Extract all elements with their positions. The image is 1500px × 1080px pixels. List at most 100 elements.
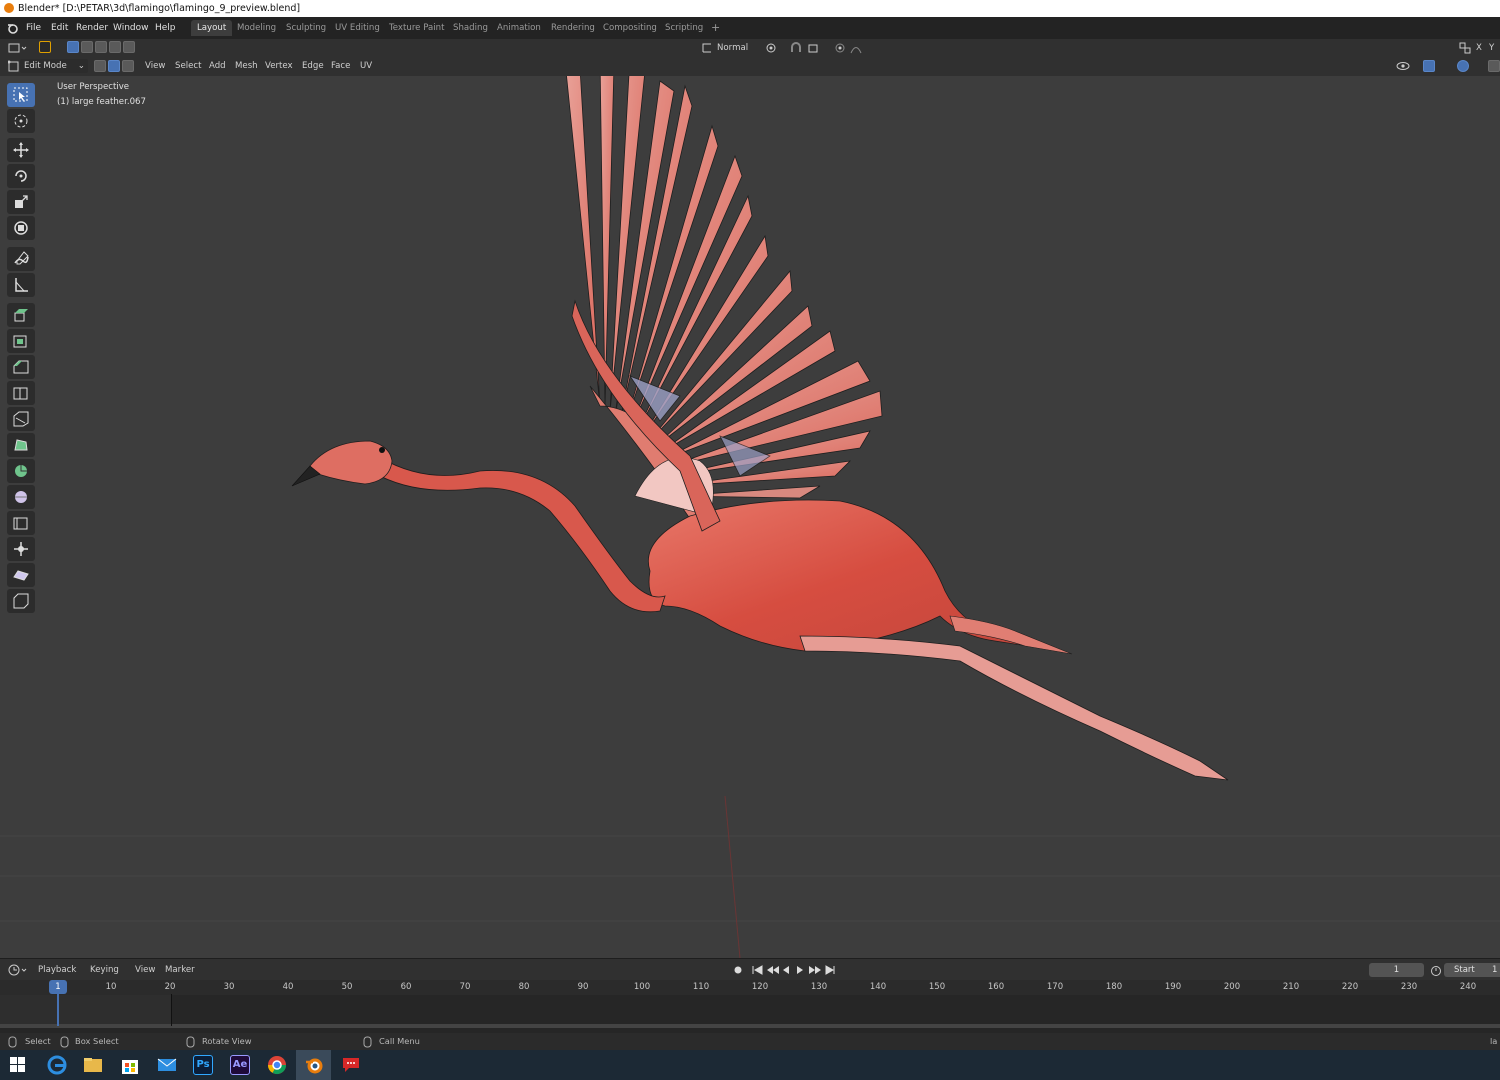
tick-label: 30 xyxy=(223,982,235,992)
timeline-menu-keying[interactable]: Keying xyxy=(86,963,123,977)
tab-uv-editing[interactable]: UV Editing xyxy=(329,20,386,36)
shear-tool[interactable] xyxy=(7,563,35,587)
menu-edge[interactable]: Edge xyxy=(298,59,328,73)
menu-add[interactable]: Add xyxy=(205,59,230,73)
menu-mesh[interactable]: Mesh xyxy=(231,59,262,73)
start-label: Start xyxy=(1454,965,1475,975)
tab-layout[interactable]: Layout xyxy=(191,20,233,36)
edge-select-icon[interactable] xyxy=(108,60,120,72)
blender-icon[interactable] xyxy=(304,1055,324,1075)
menu-view[interactable]: View xyxy=(141,59,169,73)
floor-grid xyxy=(0,795,1500,958)
menu-help[interactable]: Help xyxy=(155,21,176,35)
inset-tool[interactable] xyxy=(7,329,35,353)
tab-compositing[interactable]: Compositing xyxy=(597,20,663,36)
timeline-menu-marker[interactable]: Marker xyxy=(161,963,199,977)
blender-menu-icon[interactable] xyxy=(6,21,20,35)
overlay-toggle-icon[interactable] xyxy=(1457,60,1469,72)
knife-tool[interactable] xyxy=(7,407,35,431)
menu-vertex[interactable]: Vertex xyxy=(261,59,297,73)
scale-tool[interactable] xyxy=(7,190,35,214)
chrome-icon[interactable] xyxy=(267,1055,287,1075)
poly-build-tool[interactable] xyxy=(7,433,35,457)
stopwatch-icon[interactable] xyxy=(1430,963,1442,977)
rip-tool[interactable] xyxy=(7,589,35,613)
tab-modeling[interactable]: Modeling xyxy=(231,20,282,36)
editor-type-icon[interactable] xyxy=(8,42,28,54)
start-value: 1 xyxy=(1492,965,1498,975)
tab-rendering[interactable]: Rendering xyxy=(545,20,601,36)
tab-scripting[interactable]: Scripting xyxy=(659,20,709,36)
knife-icon xyxy=(13,411,29,427)
gizmo-toggle-icon[interactable] xyxy=(1423,60,1435,72)
loop-cut-tool[interactable] xyxy=(7,381,35,405)
store-icon[interactable] xyxy=(120,1055,140,1075)
chat-icon[interactable] xyxy=(341,1056,361,1074)
transform-gizmo-icon[interactable] xyxy=(1459,42,1471,54)
vertex-select-icon[interactable] xyxy=(94,60,106,72)
axis-x-toggle[interactable]: X xyxy=(1472,41,1486,55)
extrude-tool[interactable] xyxy=(7,303,35,327)
bevel-tool[interactable] xyxy=(7,355,35,379)
menu-render[interactable]: Render xyxy=(76,21,108,35)
menu-select[interactable]: Select xyxy=(171,59,206,73)
edge-slide-tool[interactable] xyxy=(7,511,35,535)
annotate-tool[interactable] xyxy=(7,247,35,271)
after-effects-icon[interactable]: Ae xyxy=(230,1055,250,1075)
snap-icon[interactable] xyxy=(790,42,804,54)
mode-invert-icon[interactable] xyxy=(109,41,121,53)
xray-toggle-icon[interactable] xyxy=(1488,60,1500,72)
move-icon xyxy=(13,142,29,158)
menu-window[interactable]: Window xyxy=(113,21,149,35)
mode-intersect-icon[interactable] xyxy=(123,41,135,53)
menu-edit[interactable]: Edit xyxy=(51,21,68,35)
tick-label: 160 xyxy=(987,982,1005,992)
timeline-menu-view[interactable]: View xyxy=(131,963,159,977)
menu-face[interactable]: Face xyxy=(327,59,354,73)
shrink-fatten-tool[interactable] xyxy=(7,537,35,561)
mode-set-icon[interactable] xyxy=(67,41,79,53)
timeline-editor-icon[interactable] xyxy=(8,963,30,977)
photoshop-icon[interactable]: Ps xyxy=(193,1055,213,1075)
start-frame-field[interactable]: Start 1 xyxy=(1444,963,1500,977)
timeline-menu-playback[interactable]: Playback xyxy=(34,963,80,977)
tab-shading[interactable]: Shading xyxy=(447,20,494,36)
flamingo-wing xyxy=(566,76,883,527)
axis-y-toggle[interactable]: Y xyxy=(1485,41,1498,55)
active-tool-icon[interactable] xyxy=(39,41,51,53)
transform-tool[interactable] xyxy=(7,216,35,240)
menu-file[interactable]: File xyxy=(26,21,41,35)
move-tool[interactable] xyxy=(7,138,35,162)
snap-target-icon[interactable] xyxy=(807,42,831,54)
orientation-dropdown[interactable]: Normal xyxy=(713,41,752,55)
measure-tool[interactable] xyxy=(7,273,35,297)
tab-animation[interactable]: Animation xyxy=(491,20,547,36)
timeline-scrollbar[interactable] xyxy=(0,1024,1500,1028)
tool-shelf xyxy=(5,80,37,620)
edge-icon[interactable] xyxy=(47,1055,67,1075)
mode-dropdown[interactable]: Edit Mode ⌄ xyxy=(20,59,88,73)
falloff-icon[interactable] xyxy=(850,42,872,54)
spin-tool[interactable] xyxy=(7,459,35,483)
proportional-edit-icon[interactable] xyxy=(834,42,848,54)
face-select-icon[interactable] xyxy=(122,60,134,72)
menu-uv[interactable]: UV xyxy=(356,59,376,73)
tick-label: 240 xyxy=(1459,982,1477,992)
pivot-icon[interactable] xyxy=(765,42,785,54)
current-frame-indicator[interactable]: 1 xyxy=(49,980,67,994)
tab-texture-paint[interactable]: Texture Paint xyxy=(383,20,450,36)
file-explorer-icon[interactable] xyxy=(83,1056,103,1074)
tab-sculpting[interactable]: Sculpting xyxy=(280,20,332,36)
cursor-tool[interactable] xyxy=(7,109,35,133)
smooth-tool[interactable] xyxy=(7,485,35,509)
windows-start-icon[interactable] xyxy=(10,1057,26,1073)
mode-subtract-icon[interactable] xyxy=(95,41,107,53)
mail-icon[interactable] xyxy=(157,1057,177,1073)
3d-viewport[interactable]: User Perspective (1) large feather.067 xyxy=(0,76,1500,958)
visibility-icon[interactable] xyxy=(1396,60,1418,72)
mode-extend-icon[interactable] xyxy=(81,41,93,53)
current-frame-field[interactable]: 1 xyxy=(1369,963,1424,977)
add-workspace-button[interactable]: + xyxy=(705,20,726,36)
select-box-tool[interactable] xyxy=(7,83,35,107)
rotate-tool[interactable] xyxy=(7,164,35,188)
